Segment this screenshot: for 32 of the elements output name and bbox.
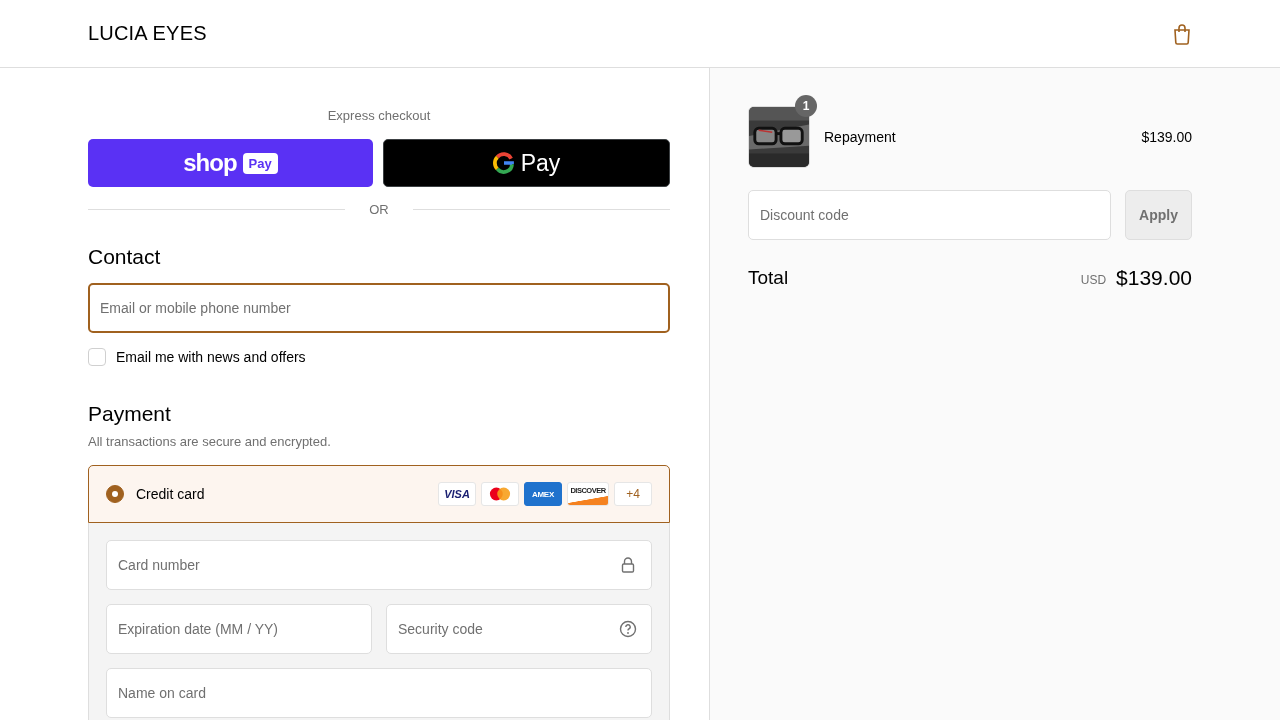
product-name: Repayment: [824, 129, 897, 145]
checkbox[interactable]: [88, 348, 106, 366]
overlapping-circles-icon: [481, 482, 519, 506]
shop-pay-button[interactable]: shop Pay: [88, 139, 373, 187]
payment-method-label: Credit card: [136, 486, 206, 502]
card-input-field[interactable]: Name on card: [106, 668, 652, 718]
card-input-field[interactable]: Security code: [386, 604, 652, 654]
logo-icon: [492, 152, 515, 174]
checkbox-label: Email me with news and offers: [116, 349, 306, 365]
express-checkout-heading: Express checkout: [326, 108, 432, 123]
radio-button[interactable]: [106, 485, 124, 503]
store-logo[interactable]: LUCIA EYES: [88, 22, 207, 45]
more-brands-count: +4: [614, 482, 652, 506]
divider-label: OR: [368, 202, 390, 217]
section-heading: Payment: [88, 402, 172, 426]
help-icon[interactable]: [619, 620, 637, 638]
card-brand-logo: VISA: [438, 482, 476, 506]
product-price: $139.00: [1141, 129, 1192, 145]
card-input-field[interactable]: Expiration date (MM / YY): [106, 604, 372, 654]
payment-subtitle: All transactions are secure and encrypted.: [88, 434, 332, 449]
card-input-field[interactable]: Card number: [106, 540, 652, 590]
quantity-badge: 1: [795, 95, 817, 117]
lock-icon: [619, 556, 637, 574]
total-amount: $139.00: [1116, 266, 1192, 290]
shopping-bag-icon[interactable]: [1172, 22, 1192, 45]
section-heading: Contact: [88, 245, 162, 269]
currency-code: USD: [1080, 273, 1107, 287]
card-brand-logo: AMEX: [524, 482, 562, 506]
total-label: Total: [748, 267, 790, 289]
google-pay-button[interactable]: Pay: [383, 139, 670, 187]
email-field[interactable]: Email or mobile phone number: [88, 283, 670, 333]
pay-badge: Pay: [242, 152, 278, 174]
